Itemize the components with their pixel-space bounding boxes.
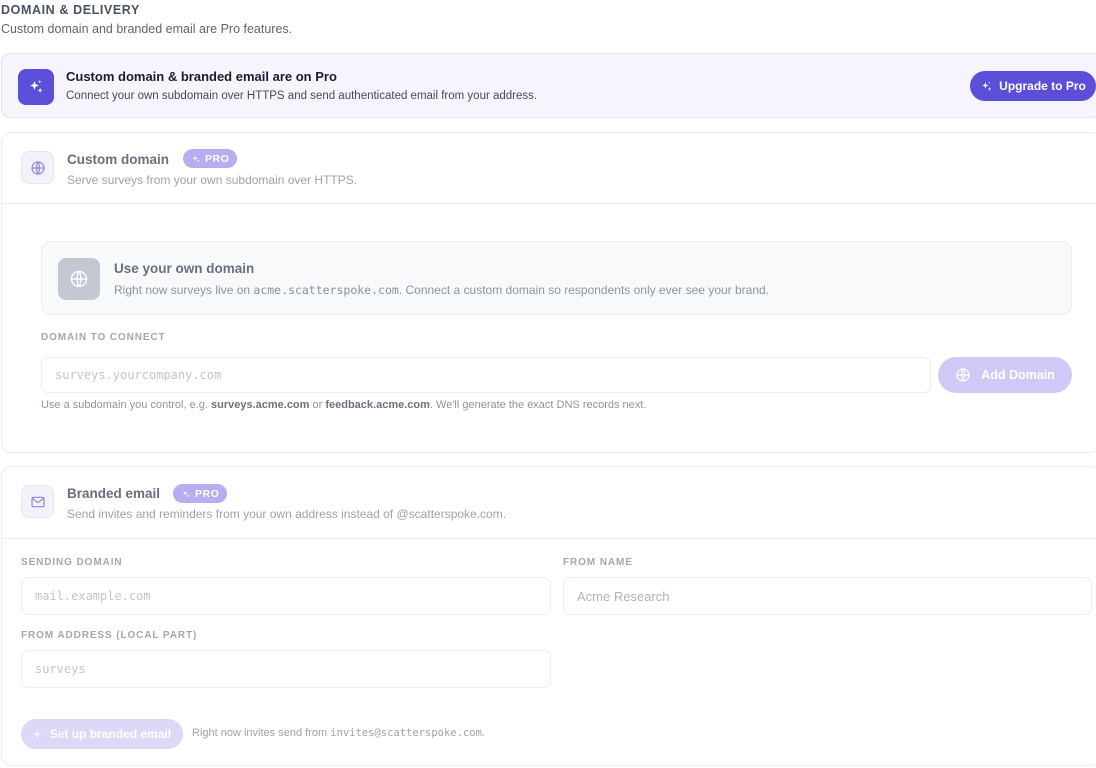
- sending-domain-input[interactable]: mail.example.com: [21, 577, 551, 615]
- branded-email-card: Branded email PRO Send invites and remin…: [1, 466, 1096, 766]
- hint-example-1: surveys.acme.com: [210, 399, 310, 411]
- setup-note: Right now invites send from invites@scat…: [192, 727, 485, 739]
- sparkles-icon: [192, 155, 200, 162]
- note-suffix: .: [481, 727, 485, 739]
- from-name-label: FROM NAME: [563, 557, 633, 568]
- setup-button-label: Set up branded email: [49, 727, 172, 741]
- sparkles-icon: [182, 490, 190, 497]
- pro-badge-label: PRO: [195, 487, 220, 500]
- from-name-input[interactable]: Acme Research: [563, 577, 1092, 615]
- mail-icon: [21, 485, 54, 518]
- domain-field-label: DOMAIN TO CONNECT: [41, 332, 166, 343]
- custom-domain-description: Serve surveys from your own subdomain ov…: [67, 173, 358, 187]
- domain-input[interactable]: surveys.yourcompany.com: [41, 357, 931, 393]
- from-address-label: FROM ADDRESS (LOCAL PART): [21, 630, 198, 641]
- globe-icon: [58, 258, 100, 300]
- domain-hint: Use a subdomain you control, e.g. survey…: [41, 399, 646, 411]
- setup-branded-email-button[interactable]: + Set up branded email: [21, 719, 183, 749]
- hint-prefix: Use a subdomain you control, e.g.: [41, 399, 211, 411]
- hint-suffix: . We'll generate the exact DNS records n…: [429, 399, 647, 411]
- globe-icon: [956, 368, 970, 382]
- desc-suffix: . Connect a custom domain so respondents…: [398, 283, 770, 297]
- current-sender-address: invites@scatterspoke.com: [330, 727, 482, 739]
- own-domain-panel: Use your own domain Right now surveys li…: [41, 241, 1072, 315]
- sending-domain-label: SENDING DOMAIN: [21, 557, 123, 568]
- pro-badge-label: PRO: [205, 152, 230, 165]
- banner-title: Custom domain & branded email are on Pro: [66, 69, 337, 84]
- branded-email-description: Send invites and reminders from your own…: [67, 507, 507, 521]
- hint-example-2: feedback.acme.com: [325, 399, 430, 411]
- globe-icon: [21, 151, 54, 184]
- section-subtitle: Custom domain and branded email are Pro …: [1, 22, 293, 36]
- section-title: DOMAIN & DELIVERY: [1, 3, 140, 17]
- sparkles-icon: [18, 69, 54, 105]
- add-domain-button[interactable]: Add Domain: [938, 357, 1072, 393]
- pro-badge: PRO: [183, 149, 238, 168]
- add-domain-label: Add Domain: [981, 368, 1055, 382]
- divider: [2, 538, 1096, 539]
- plus-icon: +: [32, 725, 42, 743]
- sparkles-icon: [982, 81, 992, 91]
- own-domain-title: Use your own domain: [114, 261, 255, 276]
- note-prefix: Right now invites send from: [192, 727, 331, 739]
- custom-domain-card: Custom domain PRO Serve surveys from you…: [1, 132, 1096, 453]
- divider: [2, 203, 1096, 204]
- hint-or: or: [309, 399, 326, 411]
- pro-upgrade-banner: Custom domain & branded email are on Pro…: [1, 53, 1096, 118]
- desc-prefix: Right now surveys live on: [114, 283, 254, 297]
- branded-email-title: Branded email: [67, 486, 161, 501]
- upgrade-button-label: Upgrade to Pro: [999, 79, 1086, 93]
- upgrade-to-pro-button[interactable]: Upgrade to Pro: [970, 71, 1096, 101]
- custom-domain-title: Custom domain: [67, 152, 170, 167]
- banner-description: Connect your own subdomain over HTTPS an…: [66, 90, 538, 102]
- pro-badge: PRO: [173, 484, 228, 503]
- current-domain: acme.scatterspoke.com: [253, 283, 399, 297]
- own-domain-description: Right now surveys live on acme.scattersp…: [114, 283, 769, 297]
- from-address-input[interactable]: surveys: [21, 650, 551, 688]
